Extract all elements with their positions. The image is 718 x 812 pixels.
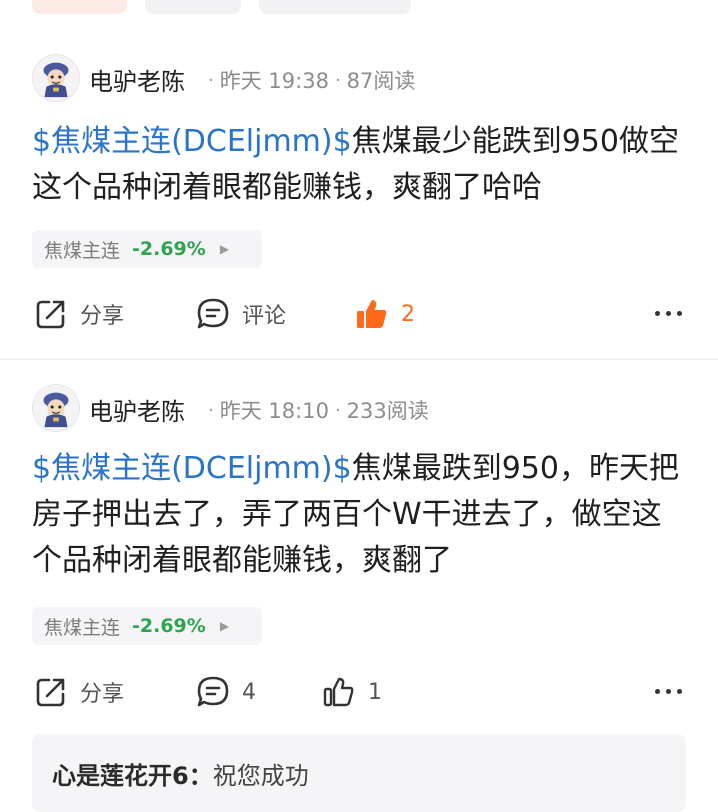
author-name[interactable]: 电驴老陈 bbox=[89, 62, 185, 97]
separator-dot: · bbox=[334, 399, 341, 421]
more-options-icon[interactable] bbox=[655, 311, 682, 316]
stock-name: 焦煤主连 bbox=[44, 616, 121, 639]
separator-dot: · bbox=[334, 69, 341, 91]
stock-name: 焦煤主连 bbox=[44, 239, 121, 262]
share-icon bbox=[36, 300, 65, 329]
avatar[interactable] bbox=[32, 384, 80, 432]
post-time: 昨天 19:38 bbox=[219, 69, 329, 93]
top-filter-chips bbox=[32, 0, 411, 14]
post-divider bbox=[0, 358, 718, 360]
comment-button[interactable]: 评论 bbox=[196, 297, 286, 331]
like-count: 1 bbox=[368, 679, 382, 705]
filter-chip[interactable] bbox=[145, 0, 241, 14]
separator-dot: · bbox=[208, 69, 214, 91]
filter-chip[interactable] bbox=[32, 0, 127, 14]
post-meta: · 昨天 18:10 · 233阅读 bbox=[208, 395, 429, 425]
comment-label: 评论 bbox=[242, 304, 287, 329]
comment-button[interactable]: 4 bbox=[196, 675, 256, 709]
more-options-icon[interactable] bbox=[655, 689, 682, 694]
thumbs-up-icon bbox=[323, 677, 354, 707]
separator-dot: · bbox=[208, 399, 214, 421]
post-actions: 分享 4 1 bbox=[0, 667, 718, 717]
top-comment[interactable]: 心是莲花开6： 祝您成功 bbox=[32, 734, 686, 812]
comment-icon bbox=[197, 298, 229, 329]
share-label: 分享 bbox=[80, 682, 125, 707]
like-count: 2 bbox=[401, 301, 415, 327]
stock-tag-link[interactable]: $焦煤主连(DCEljmm)$ bbox=[32, 451, 352, 486]
post-time: 昨天 18:10 bbox=[219, 399, 329, 423]
post-meta: · 昨天 19:38 · 87阅读 bbox=[208, 65, 415, 95]
post-card[interactable]: 电驴老陈 · 昨天 18:10 · 233阅读 bbox=[0, 380, 718, 436]
stock-chip[interactable]: 焦煤主连 -2.69% ▶ bbox=[32, 607, 262, 645]
post-content[interactable]: $焦煤主连(DCEljmm)$焦煤最少能跌到950做空这个品种闭着眼都能赚钱，爽… bbox=[32, 119, 686, 211]
like-button[interactable]: 1 bbox=[322, 675, 382, 709]
comment-text: 祝您成功 bbox=[212, 761, 309, 790]
post-header: 电驴老陈 · 昨天 18:10 · 233阅读 bbox=[0, 380, 718, 436]
share-button[interactable]: 分享 bbox=[34, 675, 124, 709]
stock-change: -2.69% bbox=[132, 238, 206, 260]
comment-user[interactable]: 心是莲花开6： bbox=[52, 756, 213, 791]
author-name[interactable]: 电驴老陈 bbox=[89, 392, 185, 427]
stock-chip[interactable]: 焦煤主连 -2.69% ▶ bbox=[32, 230, 262, 268]
share-button[interactable]: 分享 bbox=[34, 297, 124, 331]
read-count: 87阅读 bbox=[346, 69, 416, 93]
stock-change: -2.69% bbox=[132, 615, 206, 637]
filter-chip[interactable] bbox=[259, 0, 411, 14]
read-count: 233阅读 bbox=[346, 399, 429, 423]
share-icon bbox=[36, 678, 65, 707]
comment-count: 4 bbox=[242, 679, 256, 705]
stock-tag-link[interactable]: $焦煤主连(DCEljmm)$ bbox=[32, 124, 352, 159]
play-arrow-icon: ▶ bbox=[219, 619, 230, 633]
thumbs-up-filled-icon bbox=[357, 300, 387, 328]
post-card[interactable]: 电驴老陈 · 昨天 19:38 · 87阅读 bbox=[0, 50, 718, 106]
post-header: 电驴老陈 · 昨天 19:38 · 87阅读 bbox=[0, 50, 718, 106]
like-button[interactable]: 2 bbox=[355, 297, 415, 331]
post-actions: 分享 评论 2 bbox=[0, 289, 718, 339]
comment-icon bbox=[197, 676, 229, 707]
avatar[interactable] bbox=[32, 54, 80, 102]
share-label: 分享 bbox=[80, 304, 125, 329]
post-content[interactable]: $焦煤主连(DCEljmm)$焦煤最跌到950，昨天把房子押出去了，弄了两百个W… bbox=[32, 446, 686, 584]
play-arrow-icon: ▶ bbox=[219, 242, 230, 256]
